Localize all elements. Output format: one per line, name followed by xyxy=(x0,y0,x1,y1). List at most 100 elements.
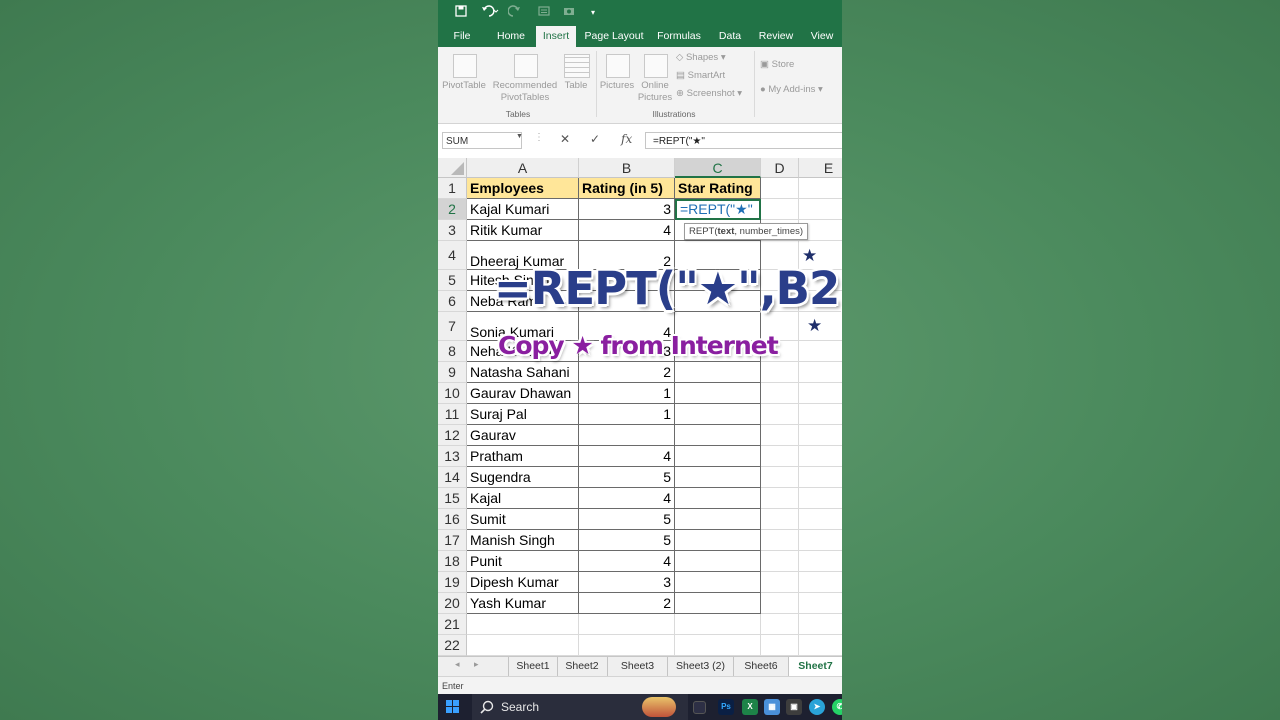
row-header[interactable]: 15 xyxy=(438,488,467,509)
empty-cell[interactable] xyxy=(799,530,842,551)
row-header[interactable]: 8 xyxy=(438,341,467,362)
column-header-b[interactable]: B xyxy=(579,158,675,178)
empty-cell[interactable] xyxy=(579,635,675,656)
employee-name-cell[interactable]: Punit xyxy=(467,551,579,572)
star-rating-cell[interactable] xyxy=(675,404,761,425)
star-rating-cell[interactable] xyxy=(675,509,761,530)
row-header[interactable]: 4 xyxy=(438,241,467,270)
chevron-down-icon[interactable]: ▼ xyxy=(516,133,523,140)
form-icon[interactable] xyxy=(537,5,551,21)
row-header[interactable]: 2 xyxy=(438,199,467,220)
employee-name-cell[interactable]: Sugendra xyxy=(467,467,579,488)
star-rating-cell[interactable] xyxy=(675,383,761,404)
star-rating-cell[interactable] xyxy=(675,551,761,572)
name-box[interactable]: SUM xyxy=(442,132,522,149)
employee-name-cell[interactable]: Yash Kumar xyxy=(467,593,579,614)
column-header-e[interactable]: E xyxy=(799,158,842,178)
employee-name-cell[interactable]: Suraj Pal xyxy=(467,404,579,425)
employee-name-cell[interactable]: Ritik Kumar xyxy=(467,220,579,241)
employee-name-cell[interactable]: Sumit xyxy=(467,509,579,530)
tab-file[interactable]: File xyxy=(448,26,476,47)
empty-cell[interactable] xyxy=(675,614,761,635)
sheet-tab-sheet1[interactable]: Sheet1 xyxy=(508,657,558,676)
empty-cell[interactable] xyxy=(799,551,842,572)
row-header[interactable]: 16 xyxy=(438,509,467,530)
rating-cell[interactable]: 4 xyxy=(579,551,675,572)
employee-name-cell[interactable]: Gaurav xyxy=(467,425,579,446)
rating-cell[interactable]: 3 xyxy=(579,572,675,593)
employee-name-cell[interactable]: Gaurav Dhawan xyxy=(467,383,579,404)
empty-cell[interactable] xyxy=(799,509,842,530)
empty-cell[interactable] xyxy=(799,572,842,593)
empty-cell[interactable] xyxy=(799,467,842,488)
rating-cell[interactable]: 1 xyxy=(579,383,675,404)
pivottable-icon[interactable] xyxy=(453,54,477,78)
tooltip-arg-text[interactable]: text xyxy=(718,226,735,237)
empty-cell[interactable] xyxy=(799,404,842,425)
rating-cell[interactable]: 5 xyxy=(579,467,675,488)
row-header[interactable]: 1 xyxy=(438,178,467,199)
row-header[interactable]: 10 xyxy=(438,383,467,404)
save-icon[interactable] xyxy=(454,5,468,21)
row-header[interactable]: 19 xyxy=(438,572,467,593)
row-header[interactable]: 17 xyxy=(438,530,467,551)
tab-page-layout[interactable]: Page Layout xyxy=(583,26,645,47)
star-rating-cell[interactable] xyxy=(675,488,761,509)
formula-input[interactable]: =REPT("★" xyxy=(645,132,842,149)
row-header[interactable]: 9 xyxy=(438,362,467,383)
row-header[interactable]: 22 xyxy=(438,635,467,656)
rating-cell[interactable] xyxy=(579,425,675,446)
camera-icon[interactable] xyxy=(562,5,576,21)
empty-cell[interactable] xyxy=(467,614,579,635)
chevron-down-icon[interactable]: ▾ xyxy=(588,5,598,21)
sheet-tab-sheet7[interactable]: Sheet7 xyxy=(789,657,842,678)
column-header-c[interactable]: C xyxy=(675,158,761,178)
empty-cell[interactable] xyxy=(761,383,799,404)
star-rating-cell[interactable] xyxy=(675,572,761,593)
employee-name-cell[interactable]: Kajal xyxy=(467,488,579,509)
sheet-prev-icon[interactable]: ◂ xyxy=(455,659,460,670)
empty-cell[interactable] xyxy=(799,488,842,509)
employee-name-cell[interactable]: Natasha Sahani xyxy=(467,362,579,383)
row-header[interactable]: 18 xyxy=(438,551,467,572)
rating-cell[interactable]: 4 xyxy=(579,446,675,467)
empty-cell[interactable] xyxy=(799,593,842,614)
empty-cell[interactable] xyxy=(675,635,761,656)
empty-cell[interactable] xyxy=(799,383,842,404)
sheet-tab-sheet6[interactable]: Sheet6 xyxy=(734,657,789,676)
empty-cell[interactable] xyxy=(761,425,799,446)
empty-cell[interactable] xyxy=(761,635,799,656)
row-header[interactable]: 11 xyxy=(438,404,467,425)
row-header[interactable]: 3 xyxy=(438,220,467,241)
empty-cell[interactable] xyxy=(761,199,799,220)
redo-icon[interactable] xyxy=(506,5,528,21)
empty-cell[interactable] xyxy=(761,551,799,572)
star-rating-cell[interactable] xyxy=(675,530,761,551)
empty-cell[interactable] xyxy=(799,178,842,199)
tab-review[interactable]: Review xyxy=(756,26,796,47)
row-header[interactable]: 12 xyxy=(438,425,467,446)
pictures-icon[interactable] xyxy=(606,54,630,78)
star-rating-cell[interactable] xyxy=(675,467,761,488)
star-rating-cell[interactable] xyxy=(675,425,761,446)
app-icon[interactable]: ▣ xyxy=(786,699,802,715)
rating-cell[interactable]: 2 xyxy=(579,362,675,383)
row-header[interactable]: 6 xyxy=(438,291,467,312)
empty-cell[interactable] xyxy=(799,614,842,635)
my-addins-button[interactable]: ● My Add-ins ▾ xyxy=(760,84,840,96)
empty-cell[interactable] xyxy=(761,488,799,509)
undo-icon[interactable] xyxy=(478,5,502,21)
sheet-next-icon[interactable]: ▸ xyxy=(474,659,479,670)
empty-cell[interactable] xyxy=(761,362,799,383)
task-view-icon[interactable] xyxy=(693,701,706,714)
app-icon[interactable]: ▦ xyxy=(764,699,780,715)
tab-data[interactable]: Data xyxy=(714,26,746,47)
select-all-button[interactable] xyxy=(438,158,467,178)
empty-cell[interactable] xyxy=(761,404,799,425)
tab-insert[interactable]: Insert xyxy=(536,26,576,47)
employee-name-cell[interactable]: Pratham xyxy=(467,446,579,467)
pivottable-button[interactable]: PivotTable xyxy=(440,80,488,92)
cancel-icon[interactable]: ✕ xyxy=(560,132,570,146)
employee-name-cell[interactable]: Dipesh Kumar xyxy=(467,572,579,593)
recommended-pivottables-icon[interactable] xyxy=(514,54,538,78)
